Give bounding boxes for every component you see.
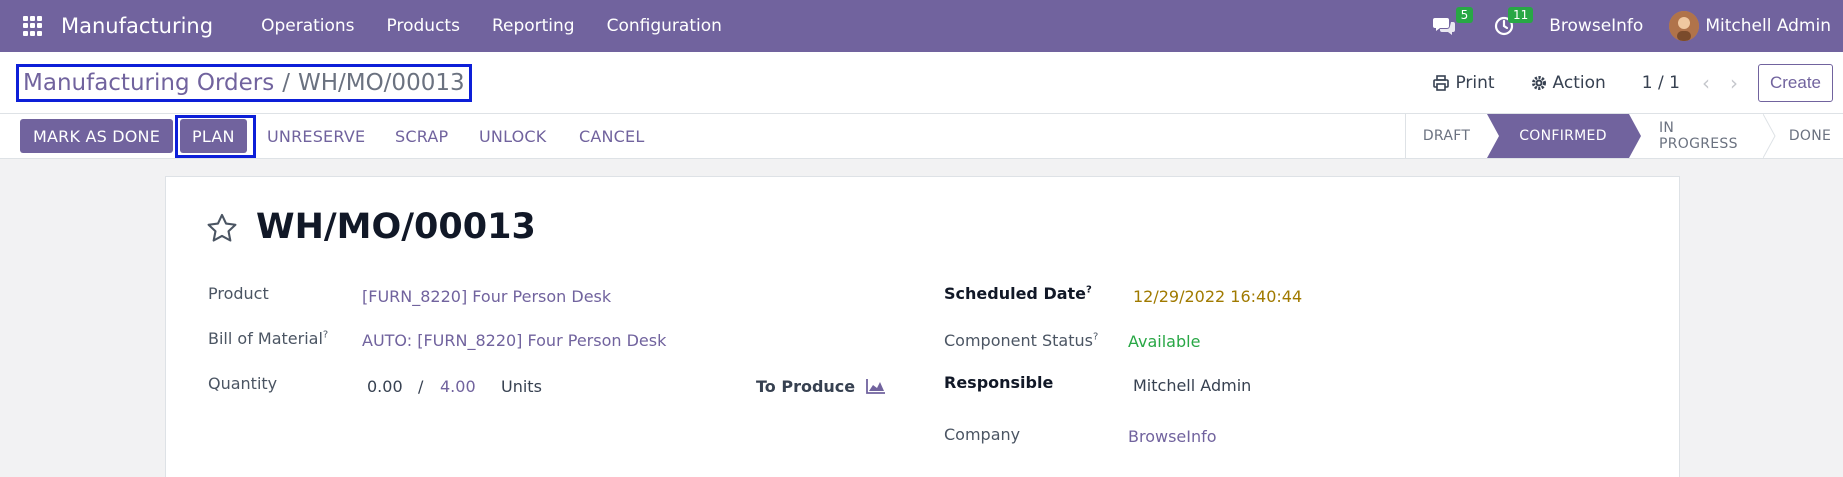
print-button[interactable]: Print [1433,73,1495,93]
quantity-label: Quantity [208,374,278,393]
menu-operations[interactable]: Operations [245,16,370,36]
mark-as-done-button[interactable]: MARK AS DONE [20,119,174,153]
form-sheet: WH/MO/00013 Product [FURN_8220] Four Per… [165,176,1680,477]
user-menu[interactable]: Mitchell Admin [1705,16,1831,36]
status-bar: MARK AS DONE PLAN UNRESERVE SCRAP UNLOCK… [0,114,1843,159]
bom-label: Bill of Material? [208,329,328,348]
create-button[interactable]: Create [1757,64,1833,102]
bom-field[interactable]: AUTO: [FURN_8220] Four Person Desk [362,331,666,350]
gear-icon [1531,76,1546,90]
product-label: Product [208,284,269,303]
quantity-produced: 0.00 [367,377,403,396]
pager-value[interactable]: 1 / 1 [1642,73,1680,93]
quantity-uom: Units [501,377,542,396]
messages-button[interactable]: 5 [1429,7,1474,41]
unlock-button[interactable]: UNLOCK [479,119,546,153]
help-mark[interactable]: ? [1093,332,1098,343]
print-label: Print [1455,73,1495,93]
stage-pipeline: DRAFT CONFIRMED IN PROGRESS DONE [1405,114,1843,158]
app-name[interactable]: Manufacturing [61,14,213,38]
scheduled-date-field[interactable]: 12/29/2022 16:40:44 [1133,287,1302,306]
component-status-label: Component Status? [944,331,1098,350]
help-mark[interactable]: ? [323,330,328,341]
messages-badge: 5 [1455,7,1474,23]
activities-badge: 11 [1507,7,1534,23]
stage-in-progress[interactable]: IN PROGRESS [1641,114,1763,158]
cancel-button[interactable]: CANCEL [579,119,644,153]
help-mark[interactable]: ? [1086,285,1092,296]
print-icon [1433,75,1450,91]
stage-draft[interactable]: DRAFT [1405,114,1487,158]
company-field[interactable]: BrowseInfo [1128,427,1217,446]
stage-confirmed[interactable]: CONFIRMED [1501,114,1625,158]
apps-menu-icon[interactable] [23,16,43,36]
activities-button[interactable]: 11 [1489,7,1534,41]
menu-reporting[interactable]: Reporting [476,16,591,36]
avatar-icon [1669,11,1700,41]
breadcrumb-separator: / [282,70,290,96]
scrap-button[interactable]: SCRAP [395,119,448,153]
stage-arrow-left [1487,114,1501,158]
chevron-left-icon[interactable]: ‹ [1702,71,1710,95]
stage-divider [1763,114,1776,158]
breadcrumb-parent[interactable]: Manufacturing Orders [23,70,274,96]
component-status-label-text: Component Status [944,331,1093,350]
chevron-right-icon[interactable]: › [1730,71,1738,95]
control-panel: Manufacturing Orders / WH/MO/00013 Print… [0,52,1843,114]
to-produce-label: To Produce [756,377,856,396]
component-status-value: Available [1128,332,1201,351]
scheduled-date-label-text: Scheduled Date [944,284,1087,303]
stage-arrow-right [1625,114,1641,158]
responsible-field[interactable]: Mitchell Admin [1133,376,1251,395]
menu-products[interactable]: Products [371,16,476,36]
breadcrumb-current: WH/MO/00013 [297,70,465,96]
breadcrumb: Manufacturing Orders / WH/MO/00013 [16,64,472,102]
responsible-label: Responsible [944,373,1054,392]
company-label: Company [944,425,1021,444]
company-switcher[interactable]: BrowseInfo [1549,16,1643,36]
product-field[interactable]: [FURN_8220] Four Person Desk [362,287,611,306]
quantity-separator: / [418,377,424,396]
chat-icon [1433,18,1456,35]
quantity-total-field[interactable]: 4.00 [440,377,476,396]
action-button[interactable]: Action [1531,73,1606,93]
record-title: WH/MO/00013 [256,207,536,247]
unreserve-button[interactable]: UNRESERVE [267,119,365,153]
forecast-chart-icon[interactable] [866,378,886,394]
top-navbar: Manufacturing Operations Products Report… [0,0,1843,52]
action-label: Action [1552,73,1606,93]
stage-done[interactable]: DONE [1777,114,1843,158]
user-avatar[interactable] [1669,11,1700,41]
menu-configuration[interactable]: Configuration [591,16,738,36]
scheduled-date-label: Scheduled Date? [944,284,1092,303]
bom-label-text: Bill of Material [208,329,323,348]
star-icon[interactable] [206,213,238,243]
plan-button[interactable]: PLAN [180,119,247,153]
